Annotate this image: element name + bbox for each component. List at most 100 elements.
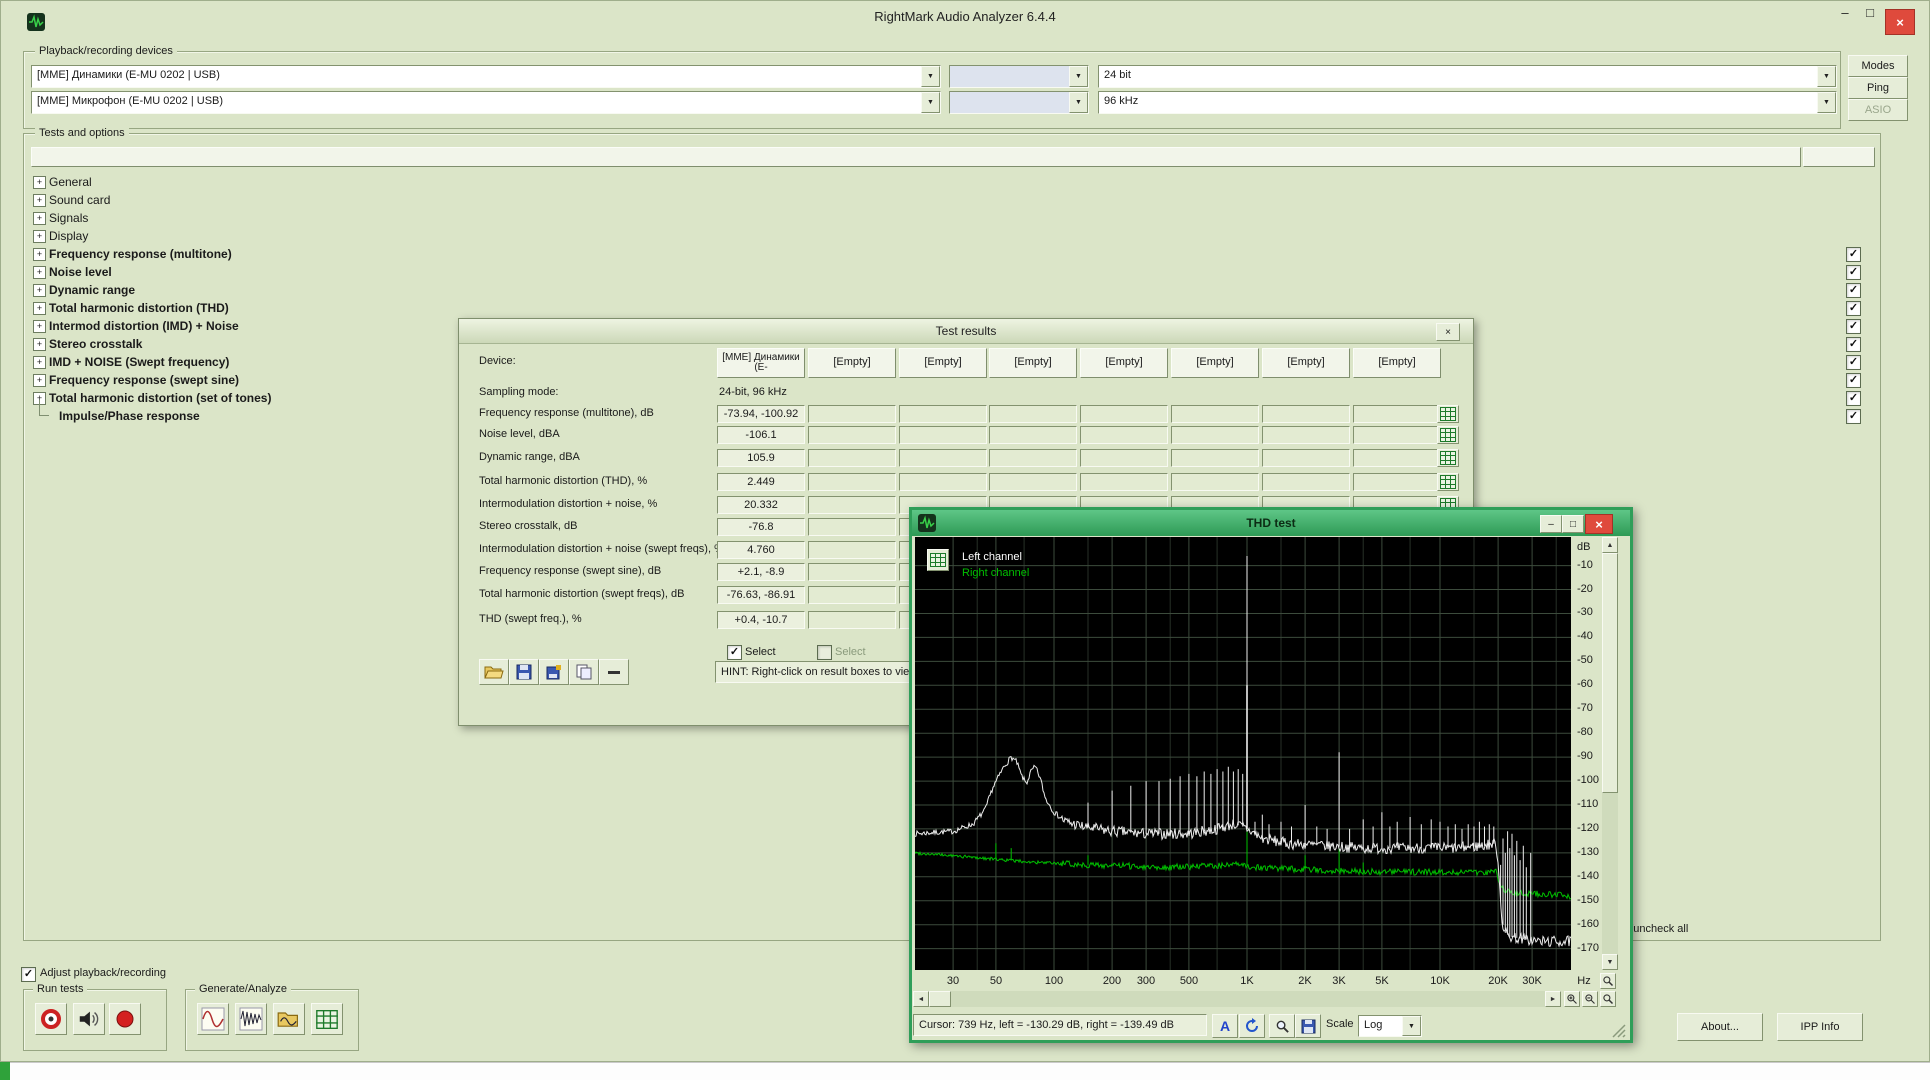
asio-button[interactable]: ASIO — [1848, 99, 1908, 121]
remove-result-button[interactable] — [599, 659, 629, 685]
empty-column-header[interactable]: [Empty] — [899, 348, 987, 378]
chevron-down-icon[interactable]: ▼ — [1817, 66, 1836, 87]
tests-tree-row[interactable]: +Noise level✓ — [31, 263, 1875, 281]
tests-tree-row[interactable]: +General — [31, 173, 1875, 191]
expand-icon[interactable]: + — [33, 302, 46, 315]
zoom-fit-button[interactable] — [1600, 991, 1616, 1007]
recording-device-combo[interactable]: [MME] Микрофон (E-MU 0202 | USB) ▼ — [31, 91, 941, 114]
resize-grip[interactable] — [1612, 1024, 1626, 1038]
expand-icon[interactable]: + — [33, 194, 46, 207]
device-column-header[interactable]: [MME] Динамики (E- — [717, 348, 805, 378]
analyze-wave-button[interactable] — [235, 1003, 267, 1035]
test-enabled-checkbox[interactable]: ✓ — [1846, 301, 1861, 316]
playback-device-combo[interactable]: [MME] Динамики (E-MU 0202 | USB) ▼ — [31, 65, 941, 88]
test-enabled-checkbox[interactable]: ✓ — [1846, 355, 1861, 370]
test-enabled-checkbox[interactable]: ✓ — [1846, 247, 1861, 262]
expand-icon[interactable]: + — [33, 176, 46, 189]
save-results-button[interactable] — [509, 659, 539, 685]
expand-icon[interactable]: + — [33, 248, 46, 261]
h-scroll-thumb[interactable] — [929, 991, 951, 1007]
chevron-down-icon[interactable]: ▼ — [1069, 66, 1088, 87]
modes-button[interactable]: Modes — [1848, 55, 1908, 77]
save-as-button[interactable] — [539, 659, 569, 685]
expand-icon[interactable]: + — [33, 374, 46, 387]
spectrum-button[interactable] — [1437, 426, 1459, 444]
test-enabled-checkbox[interactable]: ✓ — [1846, 373, 1861, 388]
empty-column-header[interactable]: [Empty] — [1353, 348, 1441, 378]
copy-results-button[interactable] — [569, 659, 599, 685]
thd-maximize-button[interactable]: □ — [1562, 515, 1584, 533]
about-button[interactable]: About... — [1677, 1013, 1763, 1041]
empty-column-header[interactable]: [Empty] — [1080, 348, 1168, 378]
expand-icon[interactable]: + — [33, 320, 46, 333]
close-button[interactable]: × — [1885, 9, 1915, 35]
zoom-out-button[interactable] — [1582, 991, 1598, 1007]
adjust-playback-checkbox[interactable]: ✓ — [21, 967, 36, 982]
scroll-left-icon[interactable]: ◄ — [913, 991, 929, 1007]
playback-channel-combo[interactable]: ▼ — [949, 65, 1089, 88]
scroll-up-icon[interactable]: ▲ — [1602, 537, 1618, 553]
expand-icon[interactable]: + — [33, 356, 46, 369]
run-adjust-test-button[interactable] — [35, 1003, 67, 1035]
thd-titlebar[interactable]: THD test — [912, 510, 1630, 536]
spectrum-grid-button[interactable] — [311, 1003, 343, 1035]
tests-tree-row[interactable]: +Signals — [31, 209, 1875, 227]
legend-grid-button[interactable] — [927, 549, 949, 571]
recording-channel-combo[interactable]: ▼ — [949, 91, 1089, 114]
scroll-down-icon[interactable]: ▼ — [1602, 954, 1618, 970]
test-enabled-checkbox[interactable]: ✓ — [1846, 283, 1861, 298]
tests-tree-row[interactable]: +Dynamic range✓ — [31, 281, 1875, 299]
tests-tree-row[interactable]: +Sound card — [31, 191, 1875, 209]
chevron-down-icon[interactable]: ▼ — [1817, 92, 1836, 113]
font-button[interactable]: A — [1212, 1014, 1238, 1038]
zoom-tool-button[interactable] — [1269, 1014, 1295, 1038]
ping-button[interactable]: Ping — [1848, 77, 1908, 99]
empty-column-header[interactable]: [Empty] — [1171, 348, 1259, 378]
open-results-button[interactable] — [479, 659, 509, 685]
empty-column-header[interactable]: [Empty] — [808, 348, 896, 378]
v-scrollbar[interactable]: ▲ ▼ — [1602, 537, 1618, 970]
spectrum-button[interactable] — [1437, 449, 1459, 467]
expand-icon[interactable]: + — [33, 284, 46, 297]
empty-column-header[interactable]: [Empty] — [989, 348, 1077, 378]
refresh-button[interactable] — [1239, 1014, 1265, 1038]
scroll-right-icon[interactable]: ► — [1545, 991, 1561, 1007]
h-scrollbar[interactable]: ◄ ► — [913, 991, 1561, 1007]
open-wave-button[interactable] — [273, 1003, 305, 1035]
test-enabled-checkbox[interactable]: ✓ — [1846, 265, 1861, 280]
results-close-button[interactable]: × — [1436, 323, 1460, 341]
expand-icon[interactable]: + — [33, 212, 46, 225]
select-device2-checkbox[interactable] — [817, 645, 832, 660]
test-enabled-checkbox[interactable]: ✓ — [1846, 337, 1861, 352]
save-image-button[interactable] — [1295, 1014, 1321, 1038]
taskbar-fragment[interactable] — [0, 1062, 10, 1080]
test-enabled-checkbox[interactable]: ✓ — [1846, 391, 1861, 406]
empty-column-header[interactable]: [Empty] — [1262, 348, 1350, 378]
play-test-button[interactable] — [73, 1003, 105, 1035]
results-dialog-titlebar[interactable]: Test results — [459, 319, 1473, 344]
recording-format-combo[interactable]: 96 kHz ▼ — [1098, 91, 1837, 114]
zoom-x-button[interactable] — [1600, 973, 1616, 989]
tests-tree-row[interactable]: +Frequency response (multitone)✓ — [31, 245, 1875, 263]
record-button[interactable] — [109, 1003, 141, 1035]
minimize-button[interactable]: – — [1834, 5, 1856, 20]
chevron-down-icon[interactable]: ▼ — [1402, 1016, 1421, 1036]
tests-tree-row[interactable]: +Display — [31, 227, 1875, 245]
select-device1-checkbox[interactable]: ✓ — [727, 645, 742, 660]
scale-combo[interactable]: Log ▼ — [1358, 1015, 1422, 1037]
expand-icon[interactable]: + — [33, 266, 46, 279]
spectrum-plot[interactable] — [915, 537, 1571, 970]
chevron-down-icon[interactable]: ▼ — [921, 92, 940, 113]
spectrum-button[interactable] — [1437, 473, 1459, 491]
test-enabled-checkbox[interactable]: ✓ — [1846, 409, 1861, 424]
test-enabled-checkbox[interactable]: ✓ — [1846, 319, 1861, 334]
ipp-info-button[interactable]: IPP Info — [1777, 1013, 1863, 1041]
spectrum-button[interactable] — [1437, 405, 1459, 423]
zoom-in-button[interactable] — [1564, 991, 1580, 1007]
thd-close-button[interactable]: × — [1585, 514, 1613, 534]
generate-wave-button[interactable] — [197, 1003, 229, 1035]
expand-icon[interactable]: + — [33, 230, 46, 243]
maximize-button[interactable]: □ — [1859, 5, 1881, 20]
chevron-down-icon[interactable]: ▼ — [1069, 92, 1088, 113]
tests-column-header[interactable] — [31, 147, 1801, 167]
